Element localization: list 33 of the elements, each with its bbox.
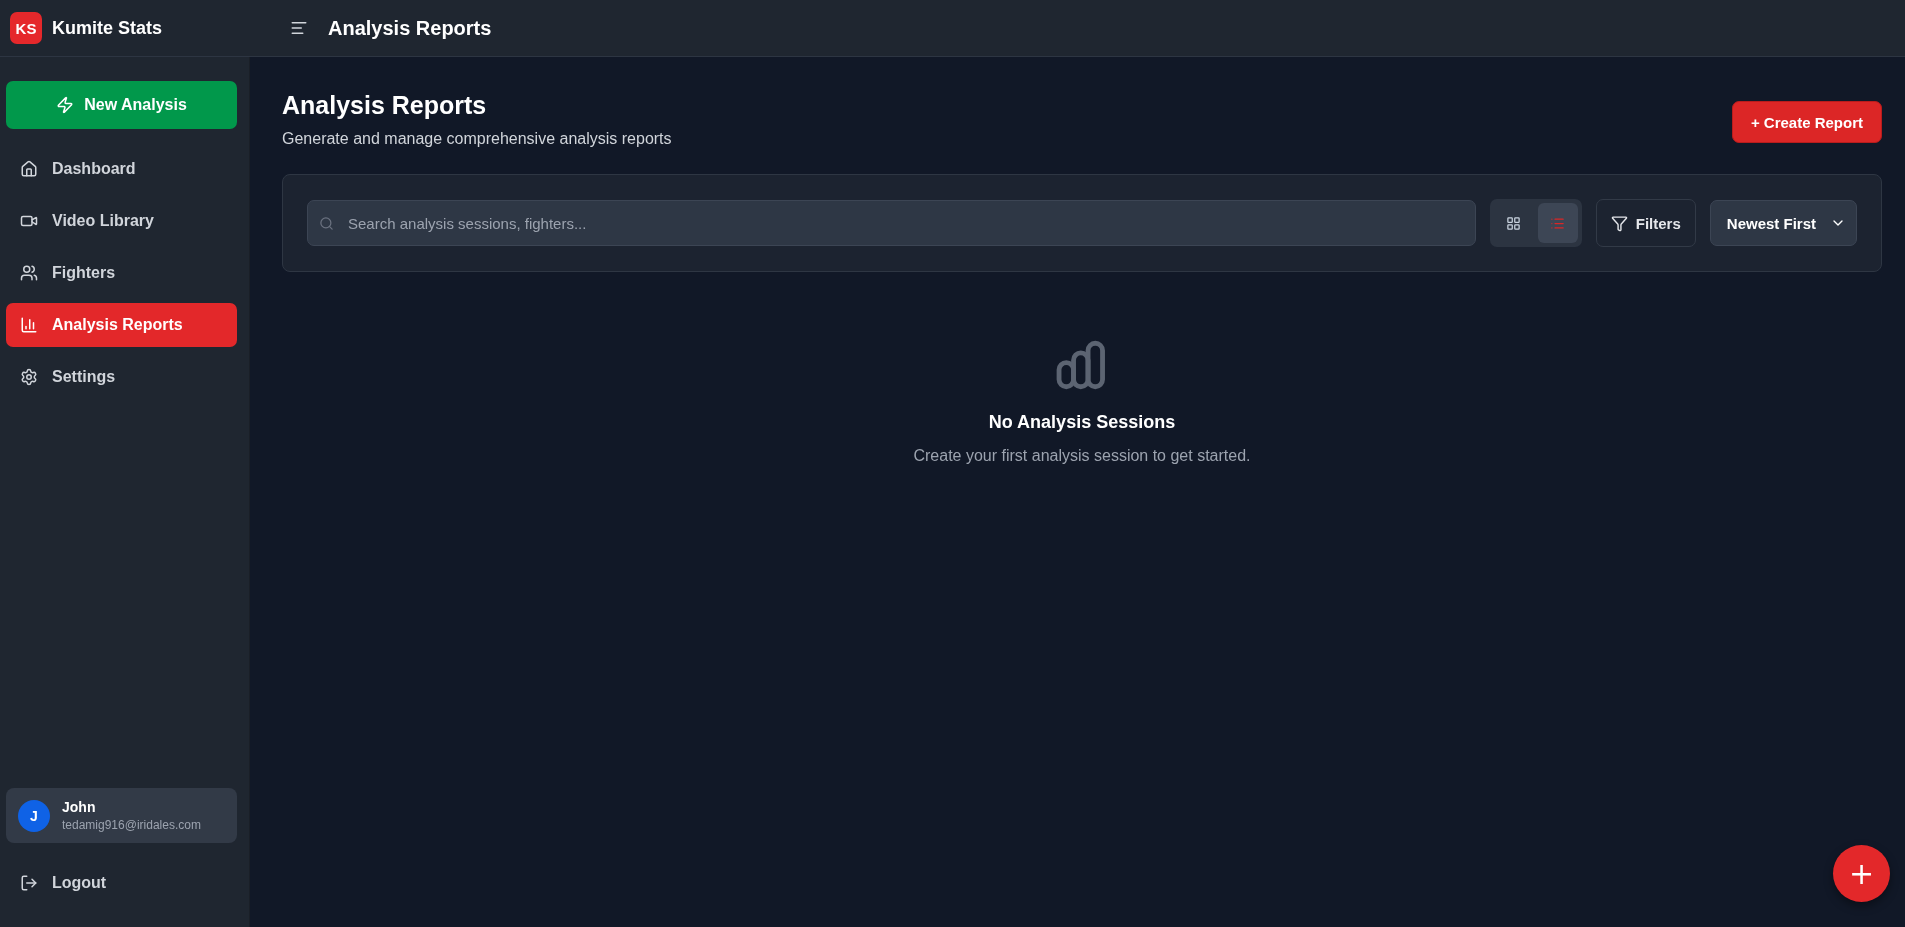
settings-icon	[20, 368, 38, 386]
sort-dropdown[interactable]: Newest First	[1709, 200, 1857, 246]
search-field[interactable]: Search analysis sessions, fighters...	[307, 200, 1476, 246]
empty-title: No Analysis Sessions	[988, 412, 1176, 433]
filters-button[interactable]: Filters	[1595, 199, 1696, 247]
sidebar-item[interactable]: Dashboard	[6, 147, 237, 191]
search-icon	[319, 216, 334, 231]
logout-icon	[20, 874, 38, 892]
home-icon	[20, 160, 38, 178]
create-report-button[interactable]: + Create Report	[1731, 101, 1882, 143]
sidebar-item[interactable]: Video Library	[6, 199, 237, 243]
menu-icon[interactable]	[290, 19, 308, 37]
add-button[interactable]: +	[1833, 845, 1890, 902]
sidebar-item[interactable]: Analysis Reports	[6, 303, 237, 347]
list-icon	[1550, 215, 1566, 231]
user-name: John	[62, 799, 97, 815]
logout-button[interactable]: Logout	[6, 861, 237, 905]
new-analysis-button[interactable]: New Analysis	[6, 81, 237, 129]
app-name: Kumite Stats	[52, 17, 163, 39]
app-logo: KS	[10, 12, 42, 44]
filter-icon	[1610, 214, 1628, 232]
user-email: tedamig916@iridales.com	[62, 818, 201, 832]
page-subtitle: Generate and manage comprehensive analysis reports	[282, 130, 672, 148]
grid-icon	[1506, 215, 1522, 231]
bar-chart-icon	[20, 316, 38, 334]
empty-message: Create your first analysis session to get started.	[913, 447, 1251, 465]
page-title: Analysis Reports	[282, 91, 488, 120]
people-icon	[20, 264, 38, 282]
sidebar-item[interactable]: Settings	[6, 355, 237, 399]
header-title: Analysis Reports	[328, 16, 492, 40]
user-avatar: J	[18, 799, 50, 832]
lightning-icon	[56, 96, 75, 114]
sidebar-item[interactable]: Fighters	[6, 251, 237, 295]
